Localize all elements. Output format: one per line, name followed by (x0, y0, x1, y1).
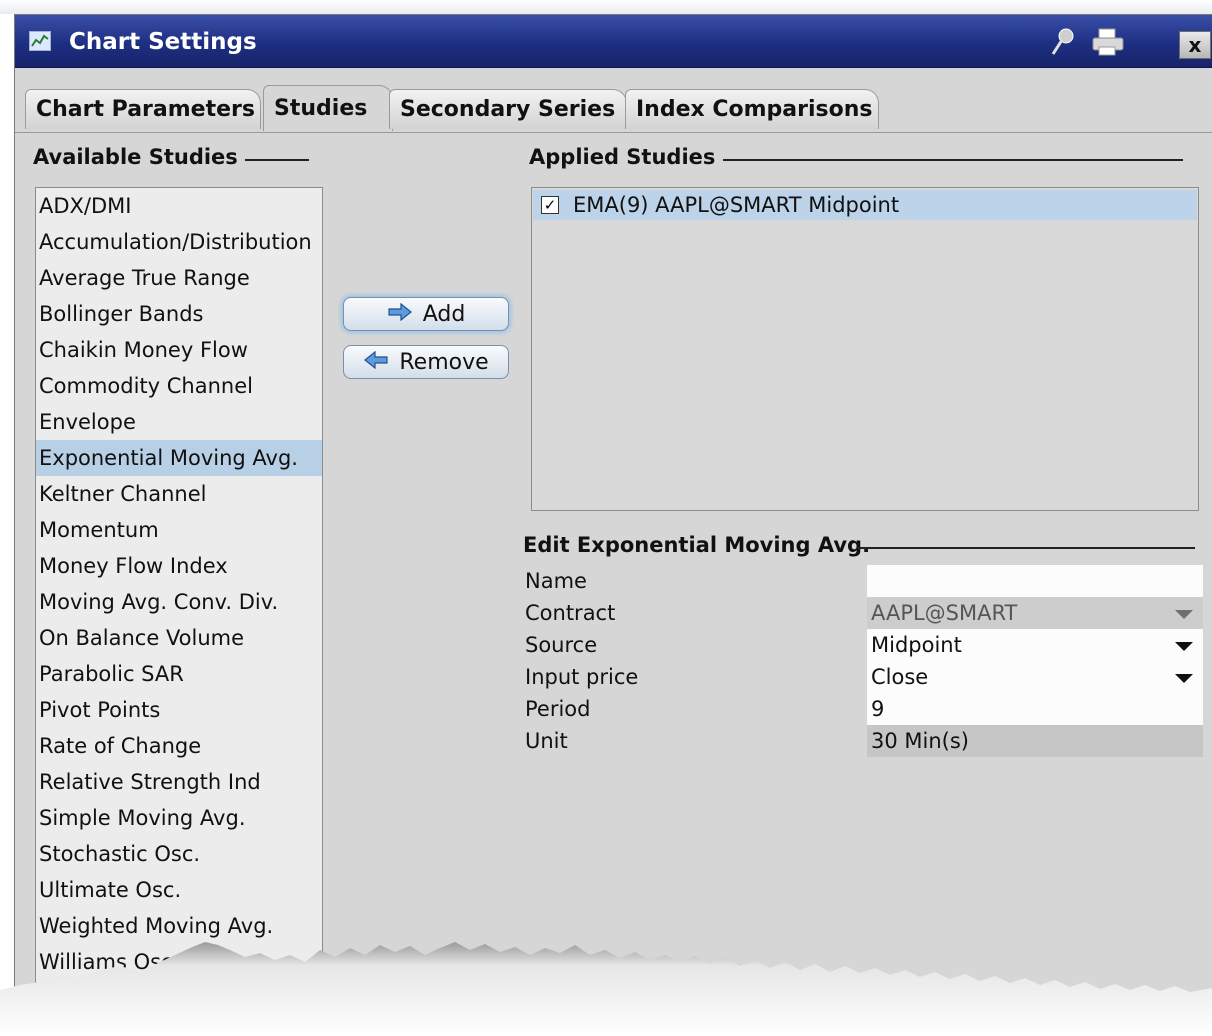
study-list-item[interactable]: Williams Osc (36, 944, 322, 980)
title-bar[interactable]: Chart Settings x (15, 15, 1212, 68)
study-list-item[interactable]: Chaikin Money Flow (36, 332, 322, 368)
tab-divider (15, 132, 1212, 133)
source-label: Source (525, 633, 598, 657)
period-label: Period (525, 697, 591, 721)
applied-studies-rule (723, 159, 1183, 161)
study-list-item[interactable]: Money Flow Index (36, 548, 322, 584)
contract-label: Contract (525, 601, 616, 625)
study-list-item[interactable]: Rate of Change (36, 728, 322, 764)
study-list-item[interactable]: Weighted Moving Avg. (36, 908, 322, 944)
edit-heading: Edit Exponential Moving Avg. (523, 533, 871, 557)
tab-index-comparisons[interactable]: Index Comparisons (625, 89, 879, 129)
window-title: Chart Settings (69, 29, 257, 55)
name-field[interactable] (867, 565, 1203, 597)
study-list-item[interactable]: Accumulation/Distribution (36, 224, 322, 260)
tab-chart-parameters[interactable]: Chart Parameters (25, 89, 261, 129)
applied-study-label: EMA(9) AAPL@SMART Midpoint (573, 193, 900, 217)
chevron-down-icon (1175, 674, 1193, 683)
study-list-item[interactable]: Moving Avg. Conv. Div. (36, 584, 322, 620)
study-list-item[interactable]: Simple Moving Avg. (36, 800, 322, 836)
study-list-item[interactable]: Keltner Channel (36, 476, 322, 512)
available-studies-list[interactable]: ADX/DMI Accumulation/Distribution Average … (35, 187, 323, 999)
study-list-item[interactable]: Stochastic Osc. (36, 836, 322, 872)
period-field[interactable]: 9 (867, 693, 1203, 725)
name-label: Name (525, 569, 587, 593)
applied-study-checkbox[interactable]: ✓ (541, 196, 559, 214)
contract-value: AAPL@SMART (871, 601, 1018, 625)
chart-settings-window: Chart Settings x Chart Parameters Studie… (14, 14, 1212, 1006)
close-icon[interactable]: x (1179, 31, 1211, 59)
available-studies-rule (245, 159, 309, 161)
study-list-item[interactable]: Momentum (36, 512, 322, 548)
study-list-item[interactable]: Ultimate Osc. (36, 872, 322, 908)
contract-dropdown[interactable]: AAPL@SMART (867, 597, 1203, 629)
add-button-label: Add (422, 301, 466, 327)
chart-icon (29, 31, 51, 51)
study-list-item[interactable]: Pivot Points (36, 692, 322, 728)
source-value: Midpoint (871, 633, 962, 657)
tab-studies[interactable]: Studies (263, 85, 393, 131)
input-price-label: Input price (525, 665, 639, 689)
print-icon[interactable] (1091, 27, 1125, 61)
tab-secondary-series[interactable]: Secondary Series (389, 89, 627, 129)
study-list-item[interactable]: Exponential Moving Avg. (36, 440, 322, 476)
study-list-item[interactable]: Parabolic SAR (36, 656, 322, 692)
unit-label: Unit (525, 729, 568, 753)
edit-rule (857, 547, 1195, 549)
study-list-item[interactable]: On Balance Volume (36, 620, 322, 656)
chevron-down-icon (1175, 610, 1193, 619)
arrow-right-icon (387, 302, 413, 327)
study-list-item[interactable]: Relative Strength Ind (36, 764, 322, 800)
input-price-dropdown[interactable]: Close (867, 661, 1203, 693)
study-list-item[interactable]: Bollinger Bands (36, 296, 322, 332)
available-studies-heading: Available Studies (33, 145, 238, 169)
pin-icon[interactable] (1049, 27, 1077, 61)
study-list-item[interactable]: Commodity Channel (36, 368, 322, 404)
study-list-item[interactable]: Average True Range (36, 260, 322, 296)
unit-field[interactable]: 30 Min(s) (867, 725, 1203, 757)
applied-study-row[interactable]: ✓ EMA(9) AAPL@SMART Midpoint (533, 190, 1197, 220)
study-list-item[interactable]: ADX/DMI (36, 188, 322, 224)
arrow-left-icon (363, 350, 389, 375)
applied-studies-heading: Applied Studies (529, 145, 716, 169)
study-list-item[interactable]: Envelope (36, 404, 322, 440)
add-button[interactable]: Add (343, 297, 509, 331)
tab-bar: Chart Parameters Studies Secondary Serie… (15, 79, 1212, 131)
remove-button-label: Remove (399, 349, 489, 375)
input-price-value: Close (871, 665, 929, 689)
background-strip (0, 0, 1212, 14)
source-dropdown[interactable]: Midpoint (867, 629, 1203, 661)
remove-button[interactable]: Remove (343, 345, 509, 379)
applied-studies-list[interactable]: ✓ EMA(9) AAPL@SMART Midpoint (531, 187, 1199, 511)
chevron-down-icon (1175, 642, 1193, 651)
